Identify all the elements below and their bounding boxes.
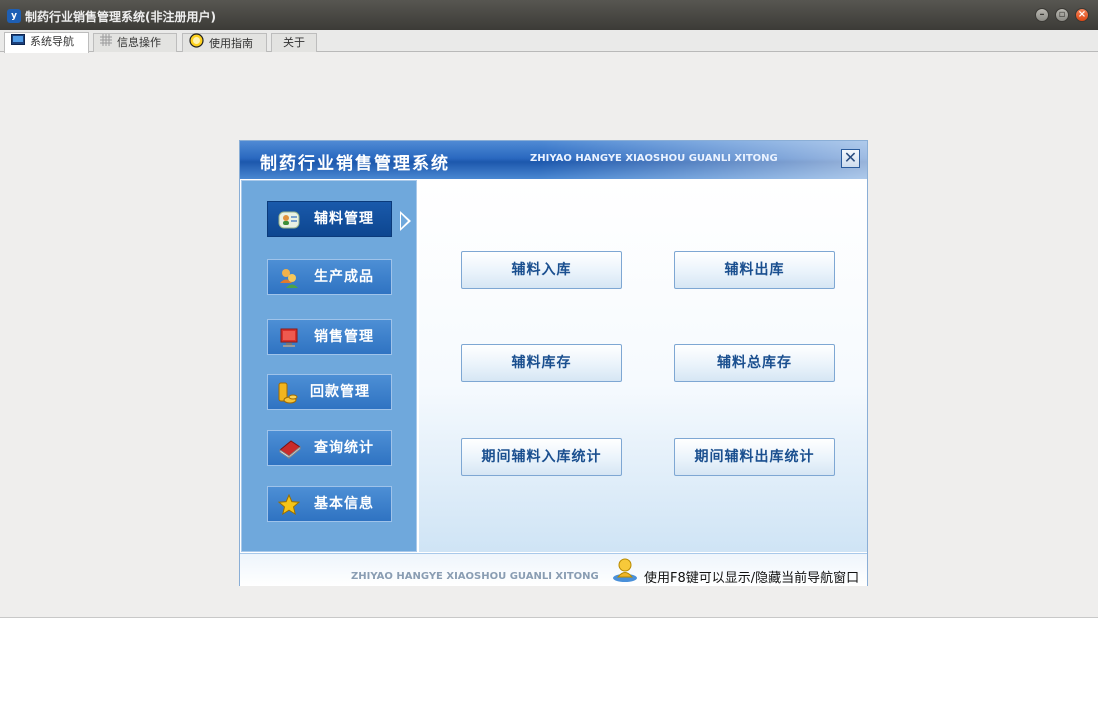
close-window-button[interactable]: × bbox=[1075, 8, 1089, 22]
tab-label: 系统导航 bbox=[30, 35, 74, 48]
auxiliary-outbound-button[interactable]: 辅料出库 bbox=[674, 251, 835, 289]
sidebar-item-production[interactable]: 生产成品 bbox=[267, 259, 392, 295]
sidebar-item-label: 基本信息 bbox=[314, 496, 374, 512]
function-area: 辅料入库 辅料出库 辅料库存 辅料总库存 期间辅料入库统计 期间辅料出库统计 bbox=[419, 180, 867, 552]
navigation-panel: 制药行业销售管理系统 ZHIYAO HANGYE XIAOSHOU GUANLI… bbox=[239, 140, 868, 586]
tab-info-operation[interactable]: 信息操作 bbox=[93, 33, 177, 52]
navigation-sidebar: 辅料管理 生产成品 销售管理 回款管理 查询统计 基本信息 bbox=[241, 180, 417, 552]
navigation-subtitle: ZHIYAO HANGYE XIAOSHOU GUANLI XITONG bbox=[530, 153, 778, 164]
auxiliary-total-stock-button[interactable]: 辅料总库存 bbox=[674, 344, 835, 382]
users-card-icon bbox=[278, 209, 300, 231]
tab-about[interactable]: 关于 bbox=[271, 33, 317, 52]
sidebar-item-label: 销售管理 bbox=[314, 329, 374, 345]
sidebar-item-label: 生产成品 bbox=[314, 269, 374, 285]
tab-system-navigation[interactable]: 系统导航 bbox=[4, 32, 89, 53]
sidebar-item-basic-info[interactable]: 基本信息 bbox=[267, 486, 392, 522]
sidebar-item-label: 辅料管理 bbox=[314, 211, 374, 227]
window-title: 制药行业销售管理系统(非注册用户) bbox=[25, 10, 216, 24]
navigation-footer: ZHIYAO HANGYE XIAOSHOU GUANLI XITONG 使用F… bbox=[240, 553, 867, 586]
sidebar-item-label: 回款管理 bbox=[310, 384, 370, 400]
tab-label: 信息操作 bbox=[117, 36, 161, 49]
title-bar[interactable]: y 制药行业销售管理系统(非注册用户) – ▫ × bbox=[0, 0, 1098, 30]
coins-icon bbox=[276, 382, 298, 404]
active-indicator-arrow-inner bbox=[401, 214, 408, 228]
tab-bar: 系统导航 信息操作 使用指南 关于 bbox=[0, 30, 1098, 53]
maximize-button[interactable]: ▫ bbox=[1055, 8, 1069, 22]
sidebar-item-auxiliary-management[interactable]: 辅料管理 bbox=[267, 201, 392, 237]
navigation-close-button[interactable]: ✕ bbox=[841, 149, 860, 168]
sidebar-item-payment[interactable]: 回款管理 bbox=[267, 374, 392, 410]
auxiliary-inbound-button[interactable]: 辅料入库 bbox=[461, 251, 622, 289]
auxiliary-stock-button[interactable]: 辅料库存 bbox=[461, 344, 622, 382]
navigation-title: 制药行业销售管理系统 bbox=[260, 154, 450, 174]
help-circle-icon bbox=[189, 33, 204, 53]
people-icon bbox=[278, 267, 300, 289]
grid-icon bbox=[100, 33, 112, 51]
minimize-button[interactable]: – bbox=[1035, 8, 1049, 22]
book-icon bbox=[278, 438, 301, 460]
app-icon: y bbox=[7, 9, 21, 23]
tip-person-icon bbox=[612, 557, 638, 583]
navigation-header: 制药行业销售管理系统 ZHIYAO HANGYE XIAOSHOU GUANLI… bbox=[240, 141, 867, 179]
footer-subtitle: ZHIYAO HANGYE XIAOSHOU GUANLI XITONG bbox=[351, 571, 599, 582]
tab-label: 关于 bbox=[283, 36, 305, 49]
star-icon bbox=[277, 493, 301, 516]
sidebar-item-label: 查询统计 bbox=[314, 440, 374, 456]
tab-label: 使用指南 bbox=[209, 37, 253, 50]
sidebar-item-query-statistics[interactable]: 查询统计 bbox=[267, 430, 392, 466]
app-window: y 制药行业销售管理系统(非注册用户) – ▫ × 系统导航 信息操作 使用指南… bbox=[0, 0, 1098, 618]
period-inbound-statistics-button[interactable]: 期间辅料入库统计 bbox=[461, 438, 622, 476]
sidebar-item-sales[interactable]: 销售管理 bbox=[267, 319, 392, 355]
tab-user-guide[interactable]: 使用指南 bbox=[182, 33, 267, 52]
monitor-icon bbox=[11, 33, 25, 50]
monitor-red-icon bbox=[278, 327, 300, 349]
period-outbound-statistics-button[interactable]: 期间辅料出库统计 bbox=[674, 438, 835, 476]
footer-tip-text: 使用F8键可以显示/隐藏当前导航窗口 bbox=[644, 571, 860, 586]
